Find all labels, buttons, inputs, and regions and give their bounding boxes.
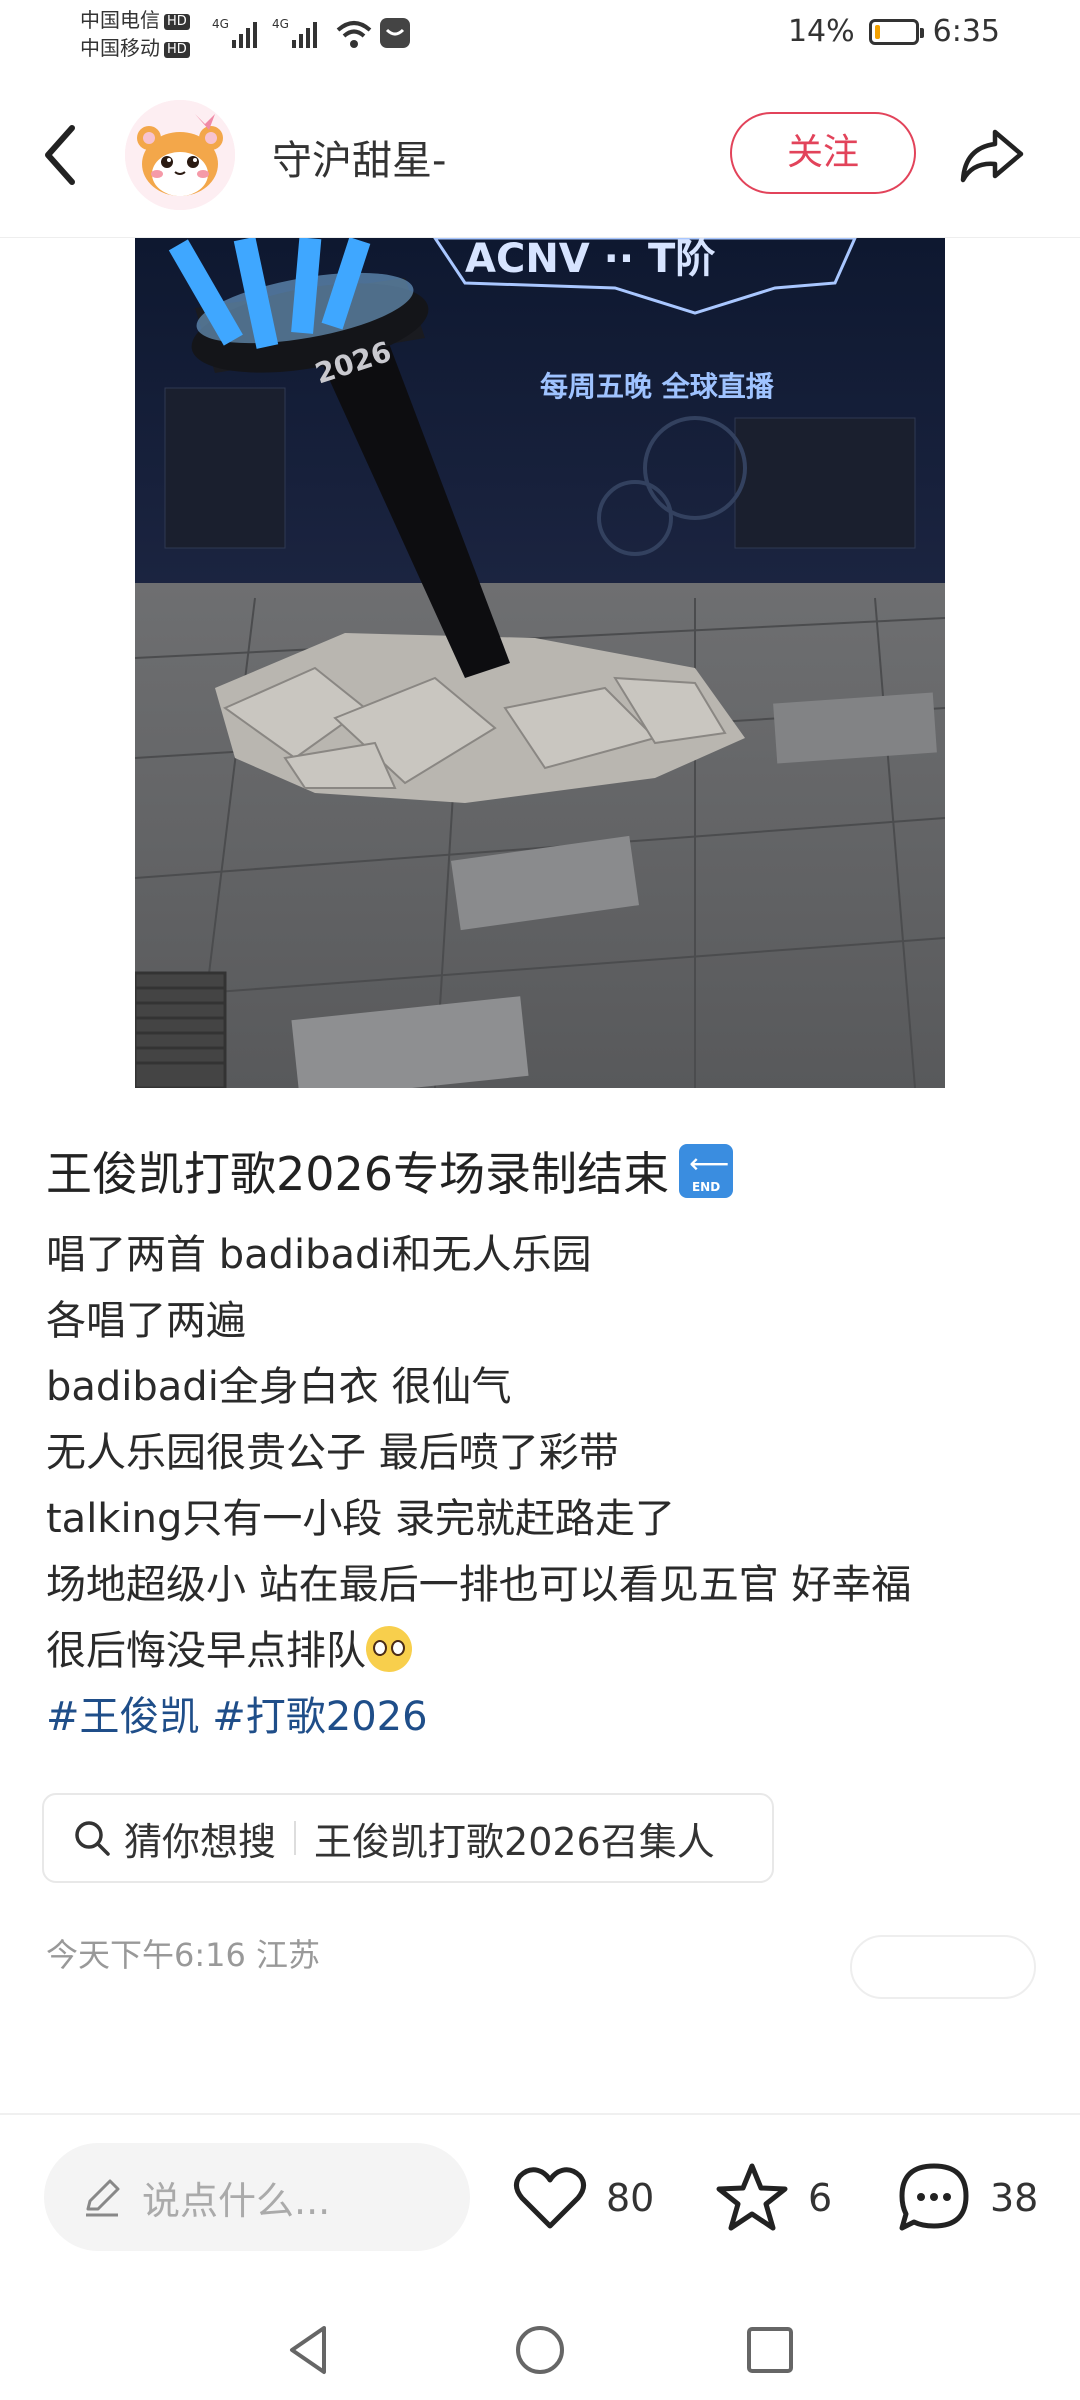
body-line: 无人乐园很贵公子 最后喷了彩带 [46,1430,619,1476]
nav-home-icon[interactable] [510,2320,570,2380]
follow-button[interactable]: 关注 [730,112,916,194]
hashtags[interactable]: #王俊凯 #打歌2026 [46,1684,911,1750]
comment-placeholder: 说点什么... [142,2178,331,2223]
search-suggestion[interactable]: 猜你想搜 王俊凯打歌2026召集人 [42,1793,774,1883]
body-line-last: 很后悔没早点排队 [46,1618,911,1684]
battery-icon [868,18,924,45]
meta-pill[interactable] [850,1935,1036,1999]
notification-icon [380,18,410,48]
hd-badge: HD [164,14,190,30]
body-line: 唱了两首 badibadi和无人乐园 [46,1232,592,1278]
body-line: talking只有一小段 录完就赶路走了 [46,1496,676,1542]
search-icon [75,1821,110,1856]
share-icon[interactable] [955,118,1029,192]
pleading-face-icon [366,1626,412,1672]
status-bar: 中国电信 HD 中国移动 HD 4G 4G 14% 6:35 [0,0,1080,72]
signal-icon-2: 4G [272,17,317,48]
post-time-location: 今天下午6:16 江苏 [46,1936,321,1974]
carrier-info: 中国电信 HD 中国移动 HD [80,6,190,62]
suggest-separator [294,1821,297,1855]
star-icon [716,2163,788,2231]
suggest-label: 猜你想搜 [124,1819,277,1864]
body-line-text: 很后悔没早点排队 [46,1628,366,1674]
carrier-2: 中国移动 [80,36,160,60]
suggest-query: 王俊凯打歌2026召集人 [314,1819,715,1864]
photo-image: ACNV ·· T阶 每周五晚 全球直播 2026 [135,238,945,1088]
backdrop-text: 每周五晚 全球直播 [540,370,775,403]
body-line: badibadi全身白衣 很仙气 [46,1364,512,1410]
comment-count: 38 [990,2176,1039,2220]
back-arrow-icon[interactable] [38,120,88,190]
like-count: 80 [606,2176,655,2220]
signal-tag: 4G [212,17,229,31]
carrier-1: 中国电信 [80,8,160,32]
post-photo[interactable]: ACNV ·· T阶 每周五晚 全球直播 2026 [135,238,945,1088]
favorite-button[interactable]: 6 [712,2158,832,2238]
like-button[interactable]: 80 [510,2158,654,2238]
battery-percent: 14% [787,14,855,49]
avatar[interactable] [125,100,235,210]
body-line: 各唱了两遍 [46,1298,246,1344]
end-badge-text: END [691,1180,721,1194]
post-title-text: 王俊凯打歌2026专场录制结束 [46,1147,670,1201]
bottom-divider [0,2113,1080,2115]
favorite-count: 6 [808,2176,833,2220]
pen-icon [86,2179,120,2217]
post-header: 守沪甜星- 关注 [0,90,1080,220]
signal-tag: 4G [272,17,289,31]
clock: 6:35 [932,14,1000,49]
body-line: 场地超级小 站在最后一排也可以看见五官 好幸福 [46,1562,912,1608]
post-body: 唱了两首 badibadi和无人乐园 各唱了两遍 badibadi全身白衣 很仙… [46,1222,911,1750]
comment-button[interactable]: 38 [894,2158,1038,2238]
wifi-icon [336,21,372,48]
svg-text:ACNV ·· T阶: ACNV ·· T阶 [465,238,715,282]
comment-input[interactable]: 说点什么... [44,2143,470,2251]
nav-back-icon[interactable] [280,2320,340,2380]
hamster-avatar-icon [125,100,235,210]
heart-icon [514,2167,586,2229]
hd-badge: HD [164,42,190,58]
comment-bubble-icon [899,2163,969,2231]
nav-recents-icon[interactable] [740,2320,800,2380]
username[interactable]: 守沪甜星- [272,128,446,186]
end-arrow-icon: ⟵ END [679,1144,734,1198]
signal-icon: 4G [212,17,257,48]
post-title: 王俊凯打歌2026专场录制结束 ⟵ END [46,1138,734,1204]
system-nav-bar [0,2290,1080,2400]
